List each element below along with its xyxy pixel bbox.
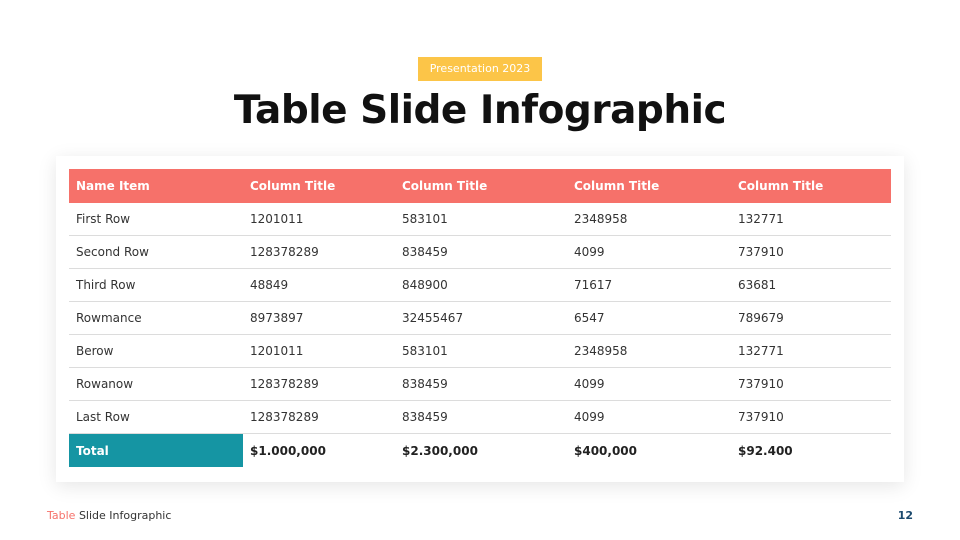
page-number: 12: [897, 509, 913, 522]
header-column-3: Column Title: [567, 169, 731, 203]
cell: 8973897: [243, 301, 395, 335]
slide-title: Table Slide Infographic: [233, 88, 727, 133]
cell: 4099: [567, 400, 731, 434]
presentation-badge: Presentation 2023: [418, 57, 542, 81]
cell: 1201011: [243, 203, 395, 236]
table-row: Berow 1201011 583101 2348958 132771: [69, 334, 891, 368]
total-cell: $92.400: [738, 443, 793, 458]
cell: 132771: [731, 334, 891, 368]
footer-accent-text: Table: [47, 509, 76, 522]
table-row: Rowanow 128378289 838459 4099 737910: [69, 367, 891, 401]
data-table: Name Item Column Title Column Title Colu…: [69, 169, 891, 467]
cell: 737910: [731, 235, 891, 269]
row-label: First Row: [69, 203, 243, 236]
cell: 2348958: [567, 203, 731, 236]
header-column-2: Column Title: [395, 169, 567, 203]
table-row: Third Row 48849 848900 71617 63681: [69, 268, 891, 302]
cell: 1201011: [243, 334, 395, 368]
cell: 128378289: [243, 235, 395, 269]
cell: 6547: [567, 301, 731, 335]
total-cell: $1.000,000: [250, 443, 326, 458]
row-label: Berow: [69, 334, 243, 368]
cell: 737910: [731, 367, 891, 401]
cell: 48849: [243, 268, 395, 302]
table-header-row: Name Item Column Title Column Title Colu…: [69, 169, 891, 203]
row-label: Last Row: [69, 400, 243, 434]
total-row: Total $1.000,000 $2.300,000 $400,000 $92…: [69, 433, 891, 467]
cell: 128378289: [243, 400, 395, 434]
header-column-1: Column Title: [243, 169, 395, 203]
row-label: Rowanow: [69, 367, 243, 401]
header-name-item: Name Item: [69, 169, 243, 203]
cell: 737910: [731, 400, 891, 434]
cell: 4099: [567, 367, 731, 401]
table-row: Second Row 128378289 838459 4099 737910: [69, 235, 891, 269]
footer-text: Slide Infographic: [75, 509, 172, 522]
footer-title: Table Slide Infographic: [47, 509, 171, 522]
total-label: Total: [69, 433, 243, 467]
cell: 128378289: [243, 367, 395, 401]
cell: 4099: [567, 235, 731, 269]
cell: 789679: [731, 301, 891, 335]
cell: 838459: [395, 235, 567, 269]
header-column-4: Column Title: [731, 169, 891, 203]
total-cell: $2.300,000: [402, 443, 478, 458]
row-label: Rowmance: [69, 301, 243, 335]
cell: 2348958: [567, 334, 731, 368]
cell: 583101: [395, 203, 567, 236]
cell: 848900: [395, 268, 567, 302]
cell: 63681: [731, 268, 891, 302]
table-row: Rowmance 8973897 32455467 6547 789679: [69, 301, 891, 335]
row-label: Third Row: [69, 268, 243, 302]
table-row: Last Row 128378289 838459 4099 737910: [69, 400, 891, 434]
table-row: First Row 1201011 583101 2348958 132771: [69, 203, 891, 236]
row-label: Second Row: [69, 235, 243, 269]
cell: 71617: [567, 268, 731, 302]
cell: 32455467: [395, 301, 567, 335]
total-cell: $400,000: [574, 443, 638, 458]
cell: 583101: [395, 334, 567, 368]
cell: 838459: [395, 367, 567, 401]
cell: 838459: [395, 400, 567, 434]
cell: 132771: [731, 203, 891, 236]
